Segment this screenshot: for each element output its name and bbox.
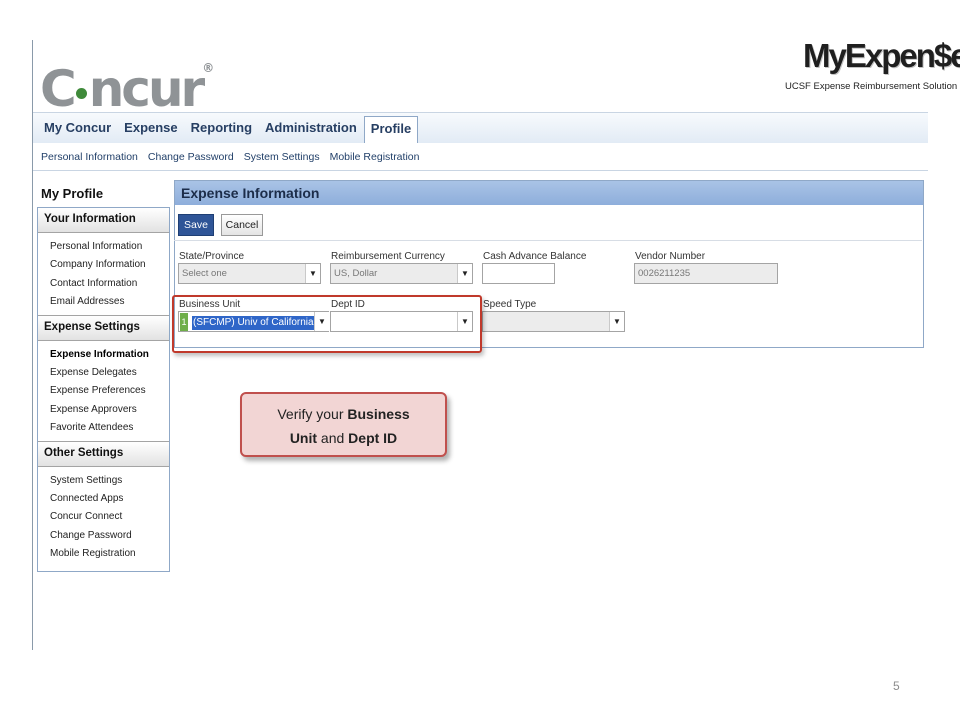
sidebar-item-system-settings[interactable]: System Settings: [50, 472, 169, 490]
currency-label: Reimbursement Currency: [331, 251, 445, 262]
tab-my-concur[interactable]: My Concur: [38, 116, 117, 141]
save-button[interactable]: Save: [178, 214, 214, 236]
chevron-down-icon[interactable]: ▼: [609, 312, 624, 331]
sidebar-item-change-password[interactable]: Change Password: [50, 527, 169, 545]
sidebar-item-company-information[interactable]: Company Information: [50, 256, 169, 274]
subnav-change-password[interactable]: Change Password: [148, 151, 234, 163]
sidebar-item-expense-preferences[interactable]: Expense Preferences: [50, 382, 169, 400]
sidebar-item-expense-information[interactable]: Expense Information: [50, 346, 169, 364]
panel-title: Expense Information: [175, 181, 923, 205]
currency-select[interactable]: US, Dollar: [330, 263, 473, 284]
tab-reporting[interactable]: Reporting: [185, 116, 258, 141]
state-select[interactable]: Select one: [178, 263, 321, 284]
chevron-down-icon[interactable]: ▼: [305, 264, 320, 283]
main-nav: My Concur Expense Reporting Administrati…: [38, 116, 419, 144]
subnav-system-settings[interactable]: System Settings: [244, 151, 320, 163]
speed-type-label: Speed Type: [483, 299, 537, 310]
sidebar-item-expense-delegates[interactable]: Expense Delegates: [50, 364, 169, 382]
sidebar-list-your-information: Personal Information Company Information…: [38, 233, 169, 315]
cash-advance-label: Cash Advance Balance: [483, 251, 587, 262]
sidebar-section-other-settings[interactable]: Other Settings: [38, 440, 169, 467]
sidebar-item-favorite-attendees[interactable]: Favorite Attendees: [50, 419, 169, 437]
logo-dot-icon: [75, 88, 87, 99]
sidebar-item-personal-information[interactable]: Personal Information: [50, 238, 169, 256]
concur-logo: Cncur®: [40, 60, 215, 118]
sub-nav: Personal Information Change Password Sys…: [41, 151, 429, 163]
sidebar-item-expense-approvers[interactable]: Expense Approvers: [50, 401, 169, 419]
sidebar-list-other-settings: System Settings Connected Apps Concur Co…: [38, 467, 169, 567]
tab-expense[interactable]: Expense: [118, 116, 183, 141]
cash-advance-field[interactable]: [482, 263, 555, 284]
sidebar-item-email-addresses[interactable]: Email Addresses: [50, 293, 169, 311]
sidebar-section-expense-settings[interactable]: Expense Settings: [38, 314, 169, 341]
sidebar: Your Information Personal Information Co…: [37, 207, 170, 572]
callout-note: Verify your Business Unit and Dept ID: [240, 392, 447, 457]
state-label: State/Province: [179, 251, 245, 262]
vendor-number-field: 0026211235: [634, 263, 778, 284]
tab-profile[interactable]: Profile: [363, 116, 419, 144]
sidebar-list-expense-settings: Expense Information Expense Delegates Ex…: [38, 341, 169, 441]
tab-administration[interactable]: Administration: [259, 116, 363, 141]
vendor-number-label: Vendor Number: [635, 251, 706, 262]
subnav-mobile-registration[interactable]: Mobile Registration: [330, 151, 420, 163]
highlight-box: [172, 295, 482, 353]
sidebar-item-mobile-registration[interactable]: Mobile Registration: [50, 545, 169, 563]
myexpense-subtitle: UCSF Expense Reimbursement Solution: [785, 81, 958, 92]
sidebar-item-contact-information[interactable]: Contact Information: [50, 275, 169, 293]
cancel-button[interactable]: Cancel: [221, 214, 263, 236]
page-number: 5: [893, 679, 900, 693]
myexpense-logo: MyExpen$e: [803, 37, 960, 74]
sidebar-title: My Profile: [41, 186, 104, 201]
sidebar-section-your-information[interactable]: Your Information: [38, 208, 169, 233]
chevron-down-icon[interactable]: ▼: [457, 264, 472, 283]
toolbar-divider: [174, 240, 922, 241]
sidebar-item-connected-apps[interactable]: Connected Apps: [50, 490, 169, 508]
sidebar-item-concur-connect[interactable]: Concur Connect: [50, 508, 169, 526]
speed-type-select[interactable]: [482, 311, 625, 332]
subnav-personal-information[interactable]: Personal Information: [41, 151, 138, 163]
